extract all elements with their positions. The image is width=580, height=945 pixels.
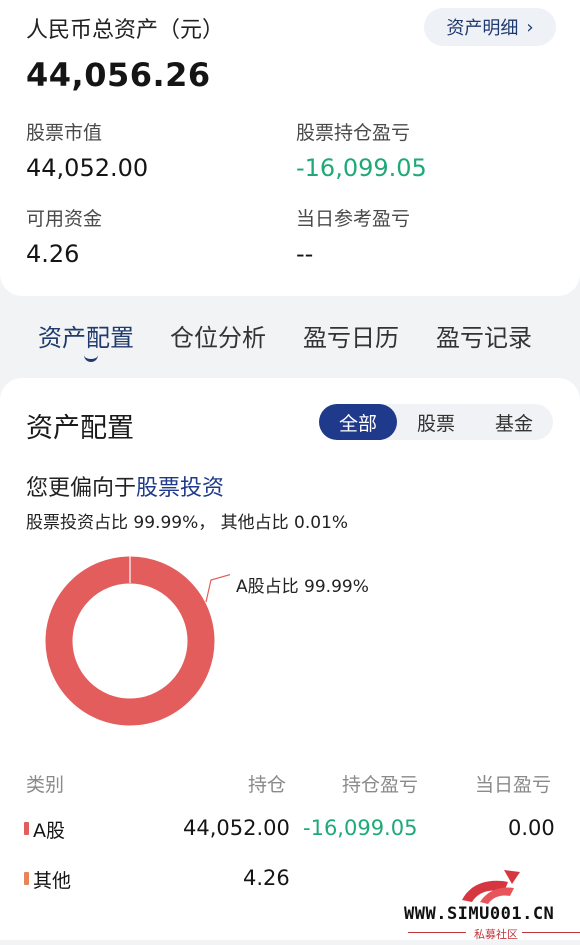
allocation-donut-chart: [45, 556, 230, 726]
header-holding: 持仓: [248, 774, 287, 796]
asset-summary-card: 人民币总资产（元） 资产明细 › 44,056.26 股票市值 44,052.0…: [0, 0, 580, 296]
asset-detail-button[interactable]: 资产明细 ›: [424, 8, 556, 46]
header-daily-pnl: 当日盈亏: [475, 774, 552, 796]
asset-detail-label: 资产明细: [446, 18, 519, 39]
row-holding: 44,052.00: [183, 816, 290, 840]
total-assets-value: 44,056.26: [26, 56, 211, 94]
available-cash-label: 可用资金: [26, 208, 103, 230]
other-color-marker: [24, 872, 29, 885]
row-daily-pnl: 0.00: [508, 816, 555, 840]
daily-pnl-value: --: [296, 240, 314, 268]
row-holding-pnl: -16,099.05: [303, 816, 418, 840]
site-watermark: WWW.SIMU001.CN 私募社区: [400, 862, 580, 942]
daily-pnl-label: 当日参考盈亏: [296, 208, 411, 230]
watermark-subtext: 私募社区: [474, 928, 518, 941]
preference-text: 您更偏向于股票投资: [26, 470, 224, 502]
tab-position-analysis[interactable]: 仓位分析: [170, 318, 266, 353]
active-tab-indicator: [84, 352, 98, 362]
filter-segmented-control: 全部 股票 基金: [319, 404, 553, 440]
asset-allocation-card: 资产配置 全部 股票 基金 您更偏向于股票投资 股票投资占比 99.99%， 其…: [0, 378, 580, 940]
filter-funds[interactable]: 基金: [475, 404, 553, 440]
preference-prefix: 您更偏向于: [26, 476, 137, 501]
tab-asset-allocation[interactable]: 资产配置: [38, 318, 134, 353]
row-category: A股: [33, 820, 65, 842]
donut-slice-a-share: [45, 556, 215, 726]
tab-pnl-calendar[interactable]: 盈亏日历: [303, 318, 399, 353]
section-title: 资产配置: [26, 413, 134, 444]
watermark-text: WWW.SIMU001.CN: [404, 904, 555, 924]
stock-market-value-label: 股票市值: [26, 122, 103, 144]
stock-market-value: 44,052.00: [26, 154, 149, 182]
total-assets-label: 人民币总资产（元）: [26, 18, 225, 43]
row-holding: 4.26: [243, 866, 290, 890]
available-cash-value: 4.26: [26, 240, 80, 268]
header-category: 类别: [26, 774, 65, 796]
analysis-tabs: 资产配置 仓位分析 盈亏日历 盈亏记录: [0, 312, 580, 364]
holding-pnl-label: 股票持仓盈亏: [296, 122, 411, 144]
row-category: 其他: [33, 870, 72, 892]
holding-pnl-value: -16,099.05: [296, 154, 427, 182]
donut-leader-line: [205, 573, 230, 603]
watermark-logo: [462, 870, 520, 904]
donut-label-a-share: A股占比 99.99%: [236, 577, 369, 597]
watermark-line-right: [522, 932, 580, 933]
filter-stocks[interactable]: 股票: [397, 404, 475, 440]
chevron-right-icon: ›: [526, 16, 534, 38]
a-share-color-marker: [24, 822, 29, 835]
header-holding-pnl: 持仓盈亏: [342, 774, 419, 796]
ratio-text: 股票投资占比 99.99%， 其他占比 0.01%: [26, 513, 349, 533]
filter-all[interactable]: 全部: [319, 404, 397, 440]
watermark-line-left: [408, 932, 466, 933]
tab-pnl-records[interactable]: 盈亏记录: [436, 318, 532, 353]
preference-highlight: 股票投资: [136, 476, 225, 501]
